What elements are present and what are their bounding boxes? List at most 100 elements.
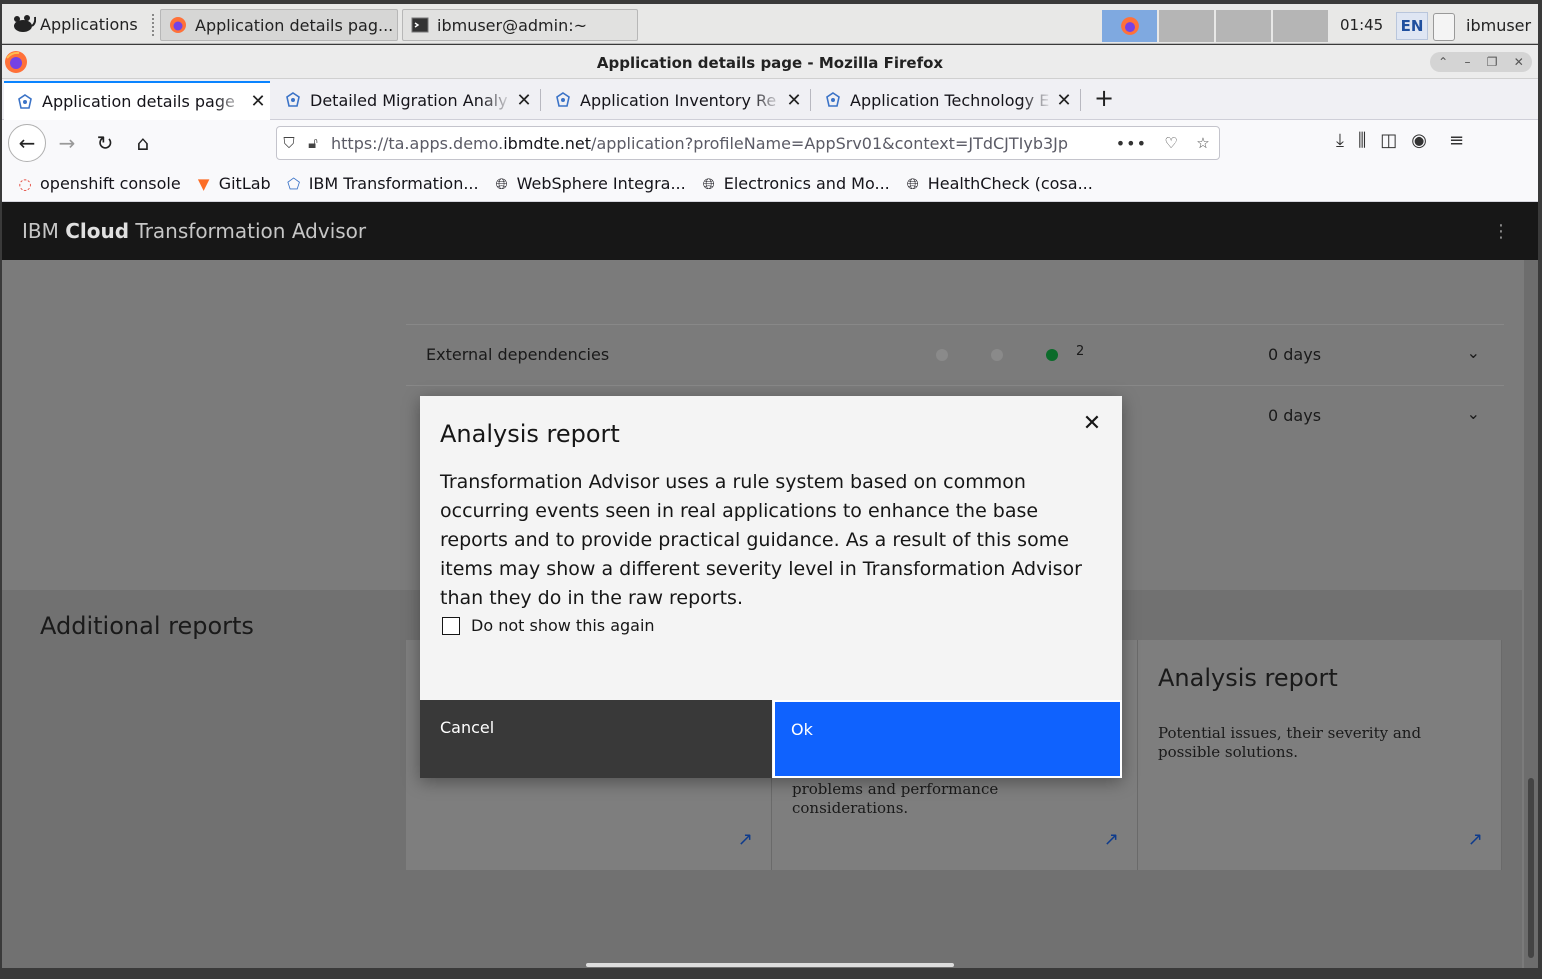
user-menu[interactable]: ibmuser xyxy=(1466,16,1531,35)
url-text[interactable]: https://ta.apps.demo.ibmdte.net/applicat… xyxy=(325,134,1108,153)
clock[interactable]: 01:45 xyxy=(1340,16,1383,34)
bookmark-websphere[interactable]: 🌐︎ WebSphere Integra... xyxy=(493,174,686,193)
bookmark-healthcheck[interactable]: 🌐︎ HealthCheck (cosa... xyxy=(904,174,1093,193)
shield-icon[interactable]: ⛉ xyxy=(277,134,301,152)
taskbar-task-label: ibmuser@admin:~ xyxy=(437,15,588,35)
overflow-menu-icon[interactable]: ⋮ xyxy=(1492,221,1510,242)
close-tab-icon[interactable]: ✕ xyxy=(1052,90,1076,111)
report-card-analysis[interactable]: Analysis report Potential issues, their … xyxy=(1138,640,1502,870)
maximize-icon[interactable]: ❐ xyxy=(1487,55,1498,69)
workspace-3[interactable] xyxy=(1216,10,1272,42)
sidebar-icon[interactable]: ◫ xyxy=(1380,130,1397,151)
tab-application-details[interactable]: Application details page ✕ xyxy=(4,81,270,120)
external-link-icon[interactable]: ↗ xyxy=(738,829,753,850)
bookmark-label: Electronics and Mo... xyxy=(723,174,890,193)
tab-label: Detailed Migration Analy xyxy=(310,90,508,110)
section-title: Additional reports xyxy=(40,612,254,640)
close-tab-icon[interactable]: ✕ xyxy=(782,90,806,111)
checkbox-label: Do not show this again xyxy=(471,616,655,635)
taskbar-terminal-window[interactable]: ibmuser@admin:~ xyxy=(402,9,638,41)
pocket-icon[interactable]: ♡ xyxy=(1155,134,1187,152)
firefox-icon xyxy=(1120,17,1139,35)
workspace-2[interactable] xyxy=(1159,10,1215,42)
severity-dot xyxy=(991,349,1003,361)
bookmark-label: openshift console xyxy=(40,174,181,193)
xfce-mouse-icon xyxy=(14,15,36,32)
severity-dot-green xyxy=(1046,349,1058,361)
taskbar-separator xyxy=(152,14,155,36)
close-tab-icon[interactable]: ✕ xyxy=(512,90,536,111)
dont-show-again-checkbox[interactable]: Do not show this again xyxy=(442,616,655,635)
hamburger-menu-icon[interactable]: ≡ xyxy=(1449,130,1464,151)
workspace-4[interactable] xyxy=(1273,10,1329,42)
close-icon[interactable]: ✕ xyxy=(1514,55,1524,69)
tab-label: Application Technology E xyxy=(850,90,1050,110)
workspace-1[interactable] xyxy=(1102,10,1158,42)
card-description: problems and performance considerations. xyxy=(792,780,999,817)
bookmarks-toolbar: ◌ openshift console ▼ GitLab ⬠ IBM Trans… xyxy=(2,166,1538,202)
window-titlebar: Application details page - Mozilla Firef… xyxy=(2,45,1538,79)
download-icon[interactable]: ⤓ xyxy=(1336,130,1344,151)
tab-label: Application details page xyxy=(42,92,235,111)
openshift-icon: ◌ xyxy=(18,174,32,193)
address-bar[interactable]: ⛉ 🔓︎ https://ta.apps.demo.ibmdte.net/app… xyxy=(276,126,1220,160)
account-icon[interactable]: ◉ xyxy=(1411,130,1427,151)
app-title[interactable]: IBM Cloud Transformation Advisor xyxy=(22,219,366,243)
ta-icon xyxy=(18,93,32,109)
issue-count: 2 xyxy=(1076,344,1085,359)
app-title-suffix: Transformation Advisor xyxy=(135,219,367,243)
bookmark-electronics[interactable]: 🌐︎ Electronics and Mo... xyxy=(700,174,890,193)
close-icon[interactable]: ✕ xyxy=(1080,412,1104,436)
modal-title: Analysis report xyxy=(440,420,620,448)
library-icon[interactable]: ⫼ xyxy=(1358,130,1366,151)
shade-icon[interactable]: ⌃ xyxy=(1438,55,1448,69)
effort-days: 0 days xyxy=(1268,345,1322,364)
globe-icon: 🌐︎ xyxy=(495,174,508,193)
external-link-icon[interactable]: ↗ xyxy=(1104,829,1119,850)
minimize-icon[interactable]: – xyxy=(1464,55,1470,69)
ok-button[interactable]: Ok xyxy=(773,700,1122,778)
page-actions-icon[interactable]: ••• xyxy=(1108,134,1155,153)
bookmark-gitlab[interactable]: ▼ GitLab xyxy=(195,174,271,193)
tab-detailed-migration[interactable]: Detailed Migration Analy ✕ xyxy=(272,81,536,119)
tab-application-technology[interactable]: Application Technology E ✕ xyxy=(812,81,1076,119)
close-tab-icon[interactable]: ✕ xyxy=(246,91,270,112)
window-title: Application details page - Mozilla Firef… xyxy=(596,54,944,72)
horizontal-scroll-indicator[interactable] xyxy=(586,963,954,967)
analysis-report-modal: Analysis report ✕ Transformation Advisor… xyxy=(420,396,1122,778)
tab-divider xyxy=(1080,89,1081,111)
new-tab-button[interactable]: + xyxy=(1090,85,1118,113)
applications-menu[interactable]: Applications xyxy=(10,10,138,38)
terminal-icon xyxy=(411,17,429,33)
page-content: IBM Cloud Transformation Advisor ⋮ Exter… xyxy=(2,202,1538,968)
bookmark-openshift[interactable]: ◌ openshift console xyxy=(16,174,181,193)
globe-icon: 🌐︎ xyxy=(702,174,715,193)
checkbox[interactable] xyxy=(442,616,460,635)
volume-icon[interactable] xyxy=(1433,13,1455,41)
forward-button[interactable]: → xyxy=(50,126,84,160)
reload-button[interactable]: ↻ xyxy=(88,126,122,160)
scrollbar-thumb[interactable] xyxy=(1528,778,1534,958)
tab-application-inventory[interactable]: Application Inventory Re ✕ xyxy=(542,81,806,119)
bookmark-label: WebSphere Integra... xyxy=(516,174,686,193)
taskbar-task-label: Application details pag... xyxy=(195,15,394,35)
bookmark-star-icon[interactable]: ☆ xyxy=(1187,134,1219,152)
chevron-down-icon[interactable]: ⌄ xyxy=(1467,343,1480,362)
taskbar-firefox-window[interactable]: Application details pag... xyxy=(160,9,398,41)
cancel-button[interactable]: Cancel xyxy=(420,700,772,778)
card-description: Potential issues, their severity and pos… xyxy=(1158,724,1422,761)
bookmark-ibm-transformation[interactable]: ⬠ IBM Transformation... xyxy=(285,174,478,193)
external-link-icon[interactable]: ↗ xyxy=(1468,829,1483,850)
back-button[interactable]: ← xyxy=(8,124,46,162)
url-path: /application?profileName=AppSrv01&contex… xyxy=(591,133,1069,153)
keyboard-layout-indicator[interactable]: EN xyxy=(1396,12,1428,40)
insecure-lock-icon[interactable]: 🔓︎ xyxy=(301,134,325,152)
table-row[interactable]: External dependencies 2 0 days ⌄ xyxy=(406,324,1504,384)
row-label: External dependencies xyxy=(426,345,610,364)
home-button[interactable]: ⌂ xyxy=(126,126,160,160)
tab-label: Application Inventory Re xyxy=(580,90,777,110)
chevron-down-icon[interactable]: ⌄ xyxy=(1467,404,1480,423)
card-title: Analysis report xyxy=(1158,664,1338,692)
tab-divider xyxy=(540,89,541,111)
severity-dot xyxy=(936,349,948,361)
